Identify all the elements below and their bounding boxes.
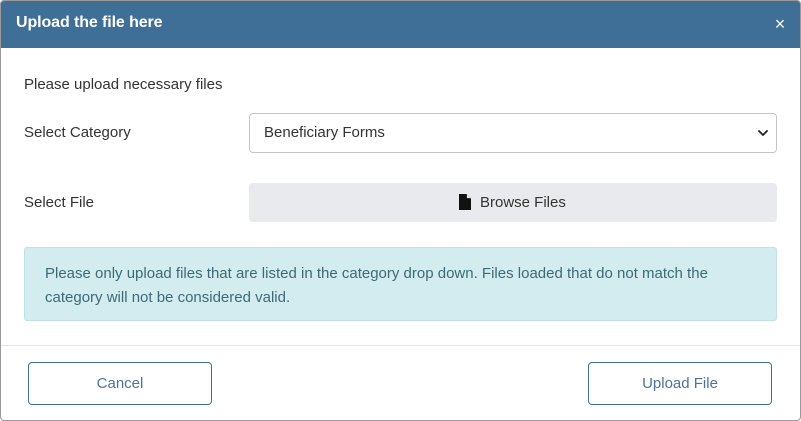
dialog-title: Upload the file here: [16, 14, 163, 31]
browse-files-button[interactable]: Browse Files: [249, 183, 777, 222]
upload-file-button[interactable]: Upload File: [588, 362, 772, 405]
upload-dialog: Upload the file here × Please upload nec…: [0, 0, 801, 421]
intro-text: Please upload necessary files: [24, 76, 223, 93]
category-select-value: Beneficiary Forms: [264, 124, 385, 141]
dialog-footer: Cancel Upload File: [1, 345, 800, 420]
browse-files-label: Browse Files: [480, 194, 566, 211]
close-button[interactable]: ×: [772, 14, 788, 34]
file-icon: [459, 194, 471, 210]
category-select[interactable]: Beneficiary Forms: [249, 113, 777, 153]
category-label: Select Category: [24, 124, 131, 141]
cancel-button[interactable]: Cancel: [28, 362, 212, 405]
dialog-header: Upload the file here ×: [1, 1, 800, 48]
notice-text: Please only upload files that are listed…: [45, 265, 708, 306]
dialog-body: Please upload necessary files Select Cat…: [1, 48, 800, 346]
file-label: Select File: [24, 194, 95, 211]
category-notice: Please only upload files that are listed…: [24, 247, 777, 321]
close-icon: ×: [774, 14, 786, 34]
chevron-down-icon: [758, 130, 768, 136]
